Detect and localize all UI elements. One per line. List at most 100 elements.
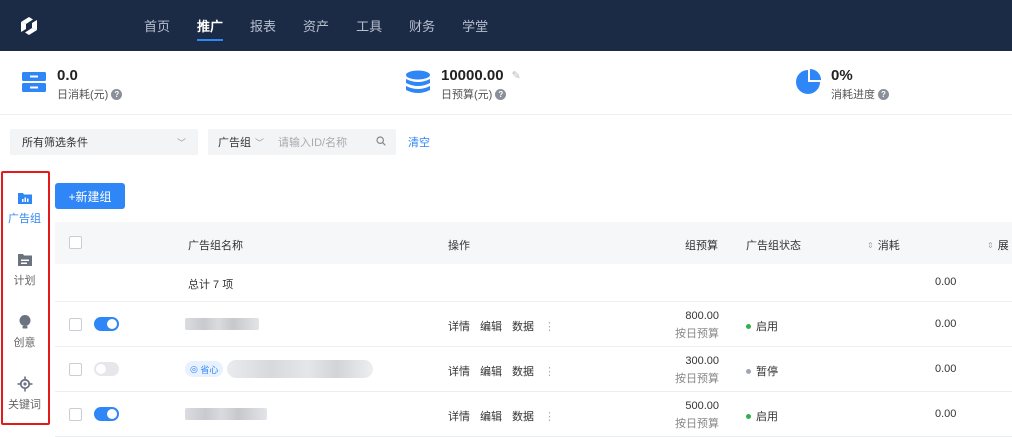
table-row: ◎ 省心 详情 编辑 数据 ⋮ 300.00 按日预算 暂停 0.00	[55, 347, 1012, 392]
chevron-down-icon[interactable]: ﹀	[255, 136, 264, 149]
ad-group-table: 广告组名称 操作 组预算 广告组状态 ⇕ 消耗 ⇕ 展 总计 7 项 0.00 详情…	[55, 222, 1012, 437]
nav-item-tools[interactable]: 工具	[356, 0, 382, 51]
col-header-impressions[interactable]: ⇕ 展	[987, 237, 1009, 253]
stats-bar: 0.0 日消耗(元)? 10000.00 ✎ 日预算(元)? 0% 消耗进度?	[0, 51, 1012, 115]
dimension-select[interactable]: 广告组	[218, 134, 251, 150]
smart-tag-icon: ◎	[190, 363, 198, 374]
side-menu: 广告组 计划 创意 关键词	[1, 170, 50, 427]
row-detail-link[interactable]: 详情	[448, 318, 470, 334]
row-spend: 0.00	[935, 363, 957, 375]
pie-chart-icon	[796, 69, 821, 94]
clear-filters-link[interactable]: 清空	[408, 134, 430, 150]
side-menu-item-keyword[interactable]: 关键词	[1, 376, 48, 412]
row-detail-link[interactable]: 详情	[448, 408, 470, 424]
nav-item-assets[interactable]: 资产	[303, 0, 329, 51]
table-row: 详情 编辑 数据 ⋮ 800.00 按日预算 启用 0.00	[55, 302, 1012, 347]
sort-icon: ⇕	[867, 240, 874, 250]
nav-item-promotion[interactable]: 推广	[197, 0, 224, 51]
help-icon[interactable]: ?	[495, 88, 507, 100]
row-status: 暂停	[756, 366, 778, 378]
nav-item-reports[interactable]: 报表	[250, 0, 276, 51]
side-menu-item-plan[interactable]: 计划	[1, 252, 48, 288]
redacted-name	[227, 360, 374, 378]
status-dot	[746, 323, 751, 329]
status-dot	[746, 413, 751, 419]
row-status: 启用	[756, 321, 778, 333]
side-menu-item-ad-group[interactable]: 广告组	[1, 190, 48, 226]
daily-spend-value: 0.0	[57, 67, 78, 84]
more-icon[interactable]: ⋮	[544, 365, 555, 378]
table-total-row: 总计 7 项 0.00	[55, 264, 1012, 302]
help-icon[interactable]: ?	[111, 88, 123, 100]
logo-icon[interactable]	[14, 11, 44, 41]
row-enable-toggle[interactable]	[94, 317, 119, 331]
side-menu-label: 广告组	[8, 213, 41, 225]
smart-tag-label: 省心	[200, 364, 219, 375]
row-status: 启用	[756, 411, 778, 423]
more-icon[interactable]: ⋮	[544, 320, 555, 333]
row-detail-link[interactable]: 详情	[448, 363, 470, 379]
total-spend: 0.00	[935, 276, 957, 288]
stat-daily-budget: 10000.00 ✎ 日预算(元)?	[405, 67, 521, 102]
spend-progress-label: 消耗进度	[831, 89, 875, 101]
plan-icon	[17, 254, 32, 266]
row-checkbox[interactable]	[69, 318, 82, 331]
col-header-spend[interactable]: ⇕ 消耗	[867, 237, 900, 253]
col-header-budget: 组预算	[685, 240, 718, 252]
row-spend: 0.00	[935, 318, 957, 330]
redacted-name	[185, 318, 259, 330]
col-header-impressions-label: 展	[997, 240, 1009, 252]
side-menu-label: 计划	[13, 275, 36, 287]
col-header-name: 广告组名称	[188, 240, 243, 252]
row-data-link[interactable]: 数据	[512, 408, 534, 424]
status-dot	[746, 368, 751, 374]
row-edit-link[interactable]: 编辑	[480, 318, 502, 334]
row-edit-link[interactable]: 编辑	[480, 408, 502, 424]
row-enable-toggle[interactable]	[94, 362, 119, 376]
nav-item-home[interactable]: 首页	[144, 0, 170, 51]
new-ad-group-button[interactable]: +新建组	[55, 183, 125, 209]
side-menu-item-creative[interactable]: 创意	[1, 314, 48, 350]
creative-icon	[19, 315, 30, 329]
table-row: 详情 编辑 数据 ⋮ 500.00 按日预算 启用 0.00	[55, 392, 1012, 437]
spend-progress-value: 0%	[831, 67, 853, 84]
filter-conditions-label: 所有筛选条件	[22, 137, 88, 149]
side-menu-label: 创意	[13, 337, 36, 349]
row-data-link[interactable]: 数据	[512, 318, 534, 334]
row-budget-type: 按日预算	[675, 328, 719, 340]
sort-icon: ⇕	[987, 240, 994, 250]
redacted-name	[185, 408, 267, 420]
table-header: 广告组名称 操作 组预算 广告组状态 ⇕ 消耗 ⇕ 展	[55, 222, 1012, 264]
select-all-checkbox[interactable]	[69, 236, 82, 249]
filter-conditions-select[interactable]: 所有筛选条件 ﹀	[10, 129, 198, 155]
nav-item-academy[interactable]: 学堂	[462, 0, 488, 51]
wallet-icon	[22, 72, 46, 92]
col-header-ops: 操作	[448, 240, 470, 252]
row-checkbox[interactable]	[69, 408, 82, 421]
col-header-spend-label: 消耗	[877, 240, 900, 252]
side-menu-label: 关键词	[8, 399, 41, 411]
row-enable-toggle[interactable]	[94, 407, 119, 421]
search-icon[interactable]	[376, 135, 386, 149]
row-budget-type: 按日预算	[675, 418, 719, 430]
edit-icon[interactable]: ✎	[512, 67, 521, 85]
daily-budget-label: 日预算(元)	[441, 89, 493, 101]
search-input[interactable]: 请输入ID/名称	[278, 134, 376, 150]
col-header-status: 广告组状态	[746, 240, 801, 252]
row-checkbox[interactable]	[69, 363, 82, 376]
keyword-icon	[17, 376, 32, 392]
row-data-link[interactable]: 数据	[512, 363, 534, 379]
top-nav-bar: 首页 推广 报表 资产 工具 财务 学堂	[0, 0, 1012, 51]
smart-tag: ◎ 省心	[185, 361, 224, 377]
stat-daily-spend: 0.0 日消耗(元)?	[21, 67, 123, 102]
row-edit-link[interactable]: 编辑	[480, 363, 502, 379]
more-icon[interactable]: ⋮	[544, 410, 555, 423]
daily-spend-label: 日消耗(元)	[57, 89, 109, 101]
ad-group-icon	[17, 193, 32, 204]
help-icon[interactable]: ?	[878, 88, 889, 100]
nav-item-finance[interactable]: 财务	[409, 0, 435, 51]
stat-spend-progress: 0% 消耗进度?	[795, 67, 889, 102]
row-budget-value: 300.00	[685, 355, 719, 367]
main-nav: 首页 推广 报表 资产 工具 财务 学堂	[144, 0, 515, 51]
total-label: 总计 7 项	[188, 279, 234, 291]
